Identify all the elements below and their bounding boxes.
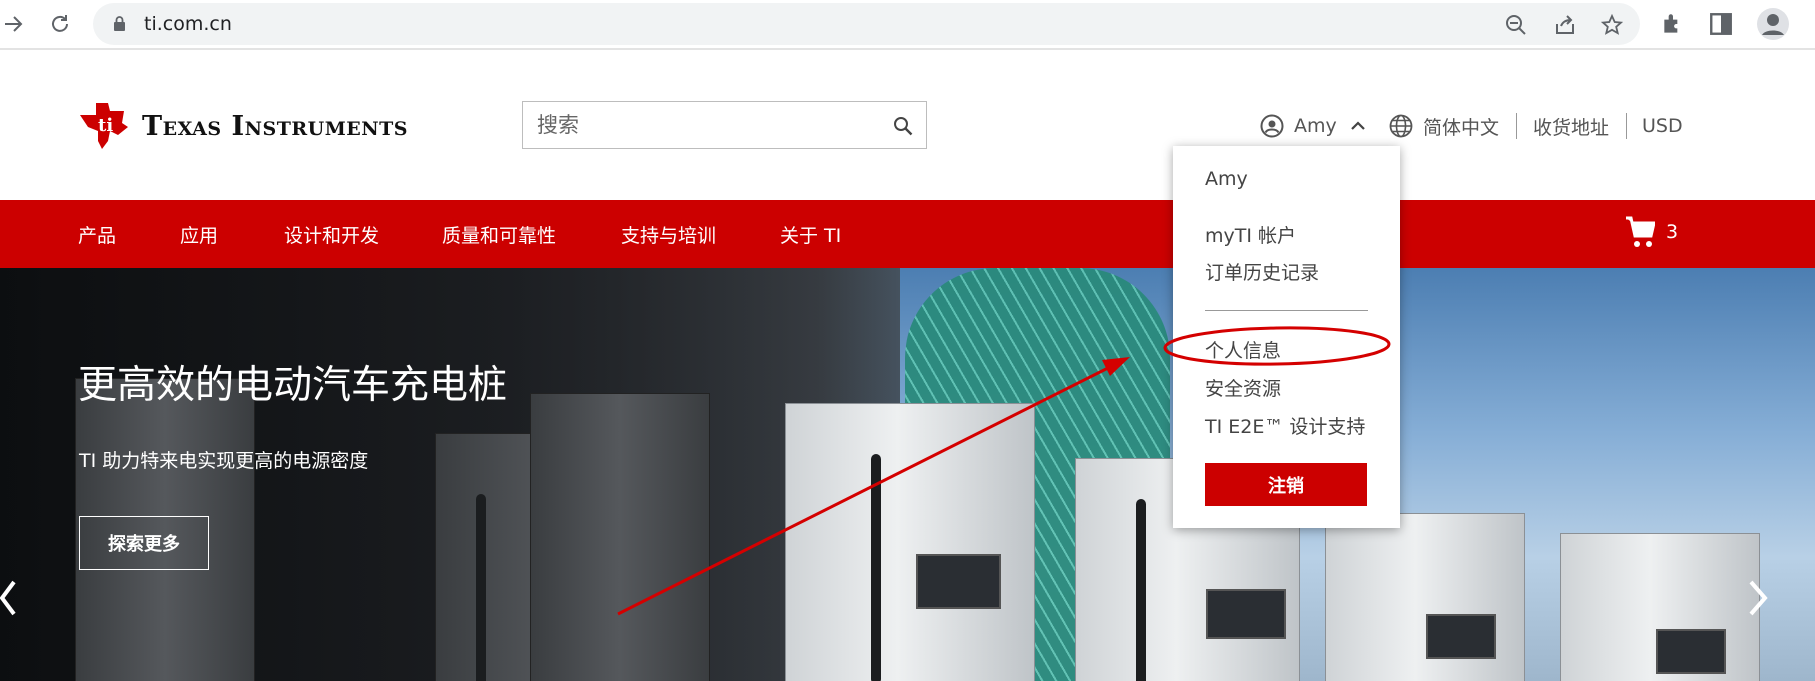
explore-more-button[interactable]: 探索更多 <box>79 516 209 570</box>
user-icon <box>1260 114 1284 138</box>
language-selector[interactable]: 简体中文 <box>1389 112 1499 140</box>
lock-icon[interactable] <box>113 16 126 31</box>
hero-subtitle: TI 助力特来电实现更高的电源密度 <box>79 450 369 472</box>
currency-selector[interactable]: USD <box>1642 112 1683 140</box>
address-bar[interactable]: ti.com.cn <box>93 3 1640 45</box>
menu-item-order-history[interactable]: 订单历史记录 <box>1205 258 1319 285</box>
dropdown-user-name: Amy <box>1205 168 1248 190</box>
menu-item-personal-info[interactable]: 个人信息 <box>1205 336 1281 363</box>
chevron-up-icon <box>1350 121 1365 130</box>
charger-image <box>785 403 1035 681</box>
carousel-next-icon[interactable] <box>1747 578 1769 618</box>
menu-item-myti-account[interactable]: myTI 帐户 <box>1205 221 1296 248</box>
zoom-out-icon[interactable] <box>1505 14 1527 36</box>
charger-image <box>530 393 710 681</box>
carousel-prev-icon[interactable] <box>0 578 16 618</box>
user-menu-toggle[interactable]: Amy <box>1260 112 1365 140</box>
ti-logo-text: Texas Instruments <box>142 110 408 142</box>
menu-item-security-resources[interactable]: 安全资源 <box>1205 374 1281 401</box>
divider <box>1516 113 1517 139</box>
profile-icon[interactable] <box>1756 7 1790 41</box>
main-nav: 产品 应用 设计和开发 质量和可靠性 支持与培训 关于 TI <box>0 200 1815 268</box>
nav-item-applications[interactable]: 应用 <box>180 221 218 248</box>
side-panel-icon[interactable] <box>1708 11 1734 37</box>
divider <box>1626 113 1627 139</box>
shipping-link[interactable]: 收货地址 <box>1533 112 1609 140</box>
search-input[interactable] <box>537 111 877 139</box>
hero-title: 更高效的电动汽车充电桩 <box>78 363 508 408</box>
cart-count[interactable]: 3 <box>1666 221 1678 243</box>
logout-button[interactable]: 注销 <box>1205 463 1367 506</box>
forward-icon[interactable] <box>0 10 28 38</box>
browser-toolbar: ti.com.cn <box>0 0 1815 50</box>
hero-banner <box>0 268 1815 681</box>
user-dropdown-menu: Amy myTI 帐户 订单历史记录 个人信息 安全资源 TI E2E™ 设计支… <box>1173 146 1400 528</box>
charger-image <box>1560 533 1760 681</box>
shipping-label[interactable]: 收货地址 <box>1533 113 1609 140</box>
reload-icon[interactable] <box>46 10 74 38</box>
charger-image <box>1325 513 1525 681</box>
ti-logo[interactable]: ti Texas Instruments <box>78 101 408 151</box>
nav-item-design[interactable]: 设计和开发 <box>284 221 379 248</box>
url-text[interactable]: ti.com.cn <box>144 13 232 35</box>
nav-item-about[interactable]: 关于 TI <box>780 221 841 248</box>
nav-item-quality[interactable]: 质量和可靠性 <box>442 221 556 248</box>
globe-icon <box>1389 114 1413 138</box>
currency-label[interactable]: USD <box>1642 115 1683 137</box>
ti-logo-icon: ti <box>80 103 128 149</box>
language-label: 简体中文 <box>1423 116 1500 139</box>
menu-item-e2e-support[interactable]: TI E2E™ 设计支持 <box>1205 412 1365 439</box>
user-name: Amy <box>1294 115 1337 137</box>
cart-icon[interactable] <box>1625 215 1655 249</box>
star-icon[interactable] <box>1601 14 1623 36</box>
nav-item-support[interactable]: 支持与培训 <box>621 221 716 248</box>
svg-text:ti: ti <box>98 115 113 136</box>
nav-item-products[interactable]: 产品 <box>78 221 116 248</box>
extensions-icon[interactable] <box>1660 11 1686 37</box>
search-box[interactable] <box>522 101 927 149</box>
search-icon[interactable] <box>893 116 913 136</box>
menu-divider <box>1205 310 1368 311</box>
share-icon[interactable] <box>1554 14 1576 36</box>
